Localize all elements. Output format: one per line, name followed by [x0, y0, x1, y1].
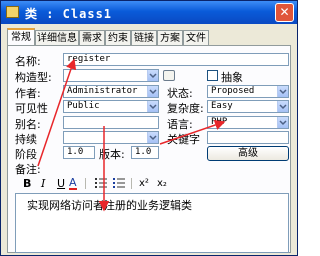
language-dropdown[interactable]: PHP — [207, 116, 289, 129]
phase-label: 阶段 — [15, 148, 37, 161]
tab-files[interactable]: 文件 — [183, 30, 209, 45]
status-label: 状态: — [167, 87, 193, 100]
numbered-list-icon[interactable] — [113, 177, 125, 192]
font-color-button[interactable]: A — [69, 177, 77, 190]
underline-button[interactable]: U — [57, 177, 65, 190]
alias-label: 别名: — [15, 118, 41, 131]
visibility-label: 可见性 — [15, 102, 48, 115]
chevron-down-icon[interactable] — [147, 132, 158, 143]
visibility-dropdown[interactable]: Public — [63, 100, 159, 113]
tab-links[interactable]: 链接 — [131, 30, 157, 45]
tab-general[interactable]: 常规 — [7, 28, 35, 46]
version-field[interactable]: 1.0 — [131, 146, 159, 159]
chevron-down-icon[interactable] — [147, 70, 158, 81]
chevron-down-icon[interactable] — [277, 101, 288, 112]
author-label: 作者: — [15, 87, 41, 100]
status-dropdown[interactable]: Proposed — [207, 85, 289, 98]
complexity-dropdown[interactable]: Easy — [207, 100, 289, 113]
advanced-button[interactable]: 高级 — [207, 146, 289, 161]
bullet-list-icon[interactable] — [95, 177, 107, 192]
keywords-label: 关键字 — [167, 133, 200, 146]
class-icon — [6, 6, 19, 18]
abstract-checkbox[interactable] — [207, 70, 218, 81]
title-bar[interactable]: 类 : Class1 ✕ — [1, 1, 297, 24]
stereotype-label: 构造型: — [15, 71, 52, 84]
chevron-down-icon[interactable] — [277, 117, 288, 128]
tab-constraints[interactable]: 约束 — [105, 30, 131, 45]
subscript-button[interactable]: x₂ — [157, 177, 167, 190]
name-label: 名称: — [15, 55, 41, 68]
chevron-down-icon[interactable] — [277, 86, 288, 97]
tab-details[interactable]: 详细信息 — [35, 30, 79, 45]
class-properties-window: 类 : Class1 ✕ 常规 详细信息 需求 约束 链接 方案 文件 名称: … — [0, 0, 298, 256]
stereotype-dropdown[interactable] — [63, 69, 159, 82]
alias-field[interactable] — [63, 116, 159, 129]
persistence-label: 持续 — [15, 133, 37, 146]
language-value: PHP — [211, 117, 228, 127]
author-dropdown[interactable]: Administrator — [63, 85, 159, 98]
italic-button[interactable]: I — [41, 177, 45, 190]
chevron-down-icon[interactable] — [147, 86, 158, 97]
tab-scenarios[interactable]: 方案 — [157, 30, 183, 45]
persistence-dropdown[interactable] — [63, 131, 159, 144]
stereotype-browse-button[interactable] — [163, 70, 175, 81]
notes-label: 备注: — [15, 163, 41, 176]
abstract-label: 抽象 — [221, 71, 243, 84]
superscript-button[interactable]: x² — [139, 177, 149, 190]
toolbar-divider — [85, 178, 86, 189]
tab-requirements[interactable]: 需求 — [79, 30, 105, 45]
author-value: Administrator — [67, 86, 138, 96]
name-field[interactable]: register — [63, 53, 289, 66]
status-value: Proposed — [211, 86, 255, 96]
keywords-field[interactable] — [207, 131, 289, 144]
version-label: 版本: — [99, 148, 125, 161]
complexity-value: Easy — [211, 101, 233, 111]
close-button[interactable]: ✕ — [275, 3, 294, 22]
notes-text: 实现网络访问者注册的业务逻辑类 — [27, 199, 192, 212]
notes-editor[interactable]: 实现网络访问者注册的业务逻辑类 — [15, 193, 289, 253]
phase-field[interactable]: 1.0 — [63, 146, 95, 159]
chevron-down-icon[interactable] — [147, 101, 158, 112]
visibility-value: Public — [67, 101, 100, 111]
complexity-label: 复杂度: — [167, 102, 204, 115]
window-title: 类 : Class1 — [25, 7, 113, 21]
language-label: 语言: — [167, 118, 193, 131]
toolbar-divider — [131, 178, 132, 189]
bold-button[interactable]: B — [23, 177, 31, 190]
